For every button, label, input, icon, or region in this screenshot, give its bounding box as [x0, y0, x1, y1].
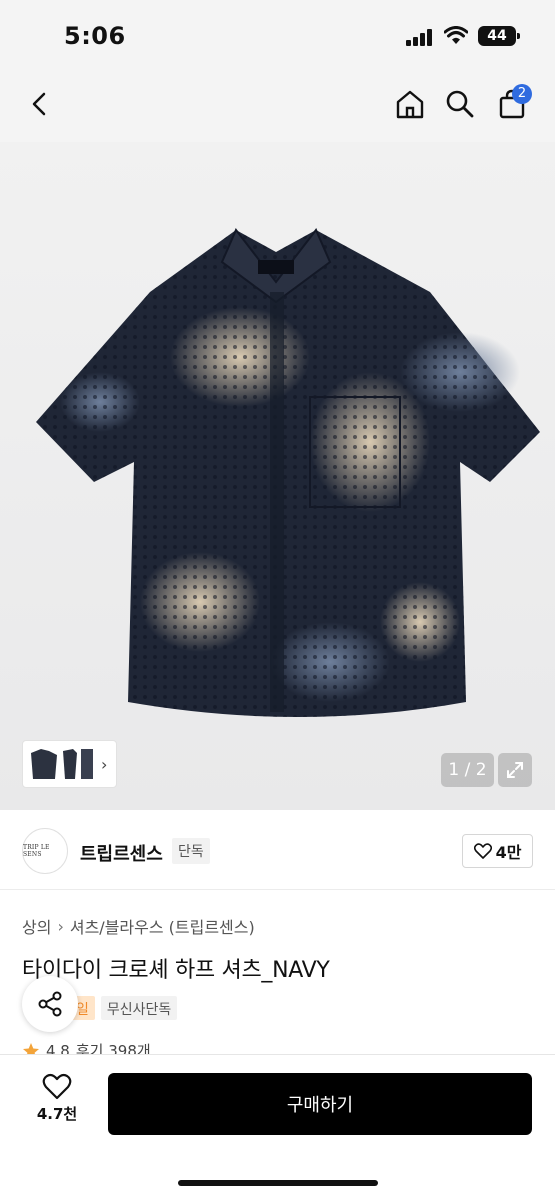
brand-name[interactable]: 트립르센스: [80, 840, 163, 866]
chevron-right-icon: ›: [57, 916, 64, 936]
buy-button[interactable]: 구매하기: [108, 1073, 532, 1135]
wishlist-count: 4.7천: [36, 1105, 78, 1123]
chevron-left-icon: [32, 92, 46, 116]
breadcrumb: 상의 › 셔츠/블라우스 (트립르센스): [22, 914, 255, 938]
status-bar: 5:06 44: [0, 0, 555, 72]
product-title: 타이다이 크로셰 하프 셔츠_NAVY: [22, 958, 330, 983]
brand-like-button[interactable]: 4만: [462, 834, 533, 868]
heart-icon: [42, 1073, 72, 1100]
brand-like-count: 4만: [495, 843, 522, 862]
back-button[interactable]: [20, 84, 60, 124]
home-indicator: [178, 1180, 378, 1186]
chevron-right-icon: ›: [101, 754, 108, 774]
image-page-counter: 1 / 2: [441, 753, 494, 787]
breadcrumb-category[interactable]: 상의: [22, 914, 51, 938]
exclusive-tag: 단독: [172, 838, 210, 864]
share-button[interactable]: [22, 976, 78, 1032]
signal-icon: [406, 28, 434, 46]
cart-count-badge: 2: [512, 84, 532, 104]
status-time: 5:06: [64, 22, 126, 50]
wifi-icon: [443, 26, 469, 46]
bottom-action-bar: 4.7천 구매하기: [0, 1054, 555, 1200]
search-icon: [446, 90, 474, 118]
battery-icon: 44: [478, 26, 520, 46]
brand-row: TRIP LE SENS 트립르센스 단독 4만: [0, 810, 555, 890]
cart-button[interactable]: 2: [492, 84, 532, 124]
heart-icon: [473, 843, 492, 859]
expand-image-button[interactable]: [498, 753, 532, 787]
product-image-gallery[interactable]: › 1 / 2: [0, 142, 555, 810]
product-photo: [36, 228, 540, 717]
thumbnail-strip[interactable]: ›: [22, 740, 117, 788]
wishlist-button[interactable]: 4.7천: [22, 1073, 92, 1133]
expand-icon: [507, 762, 523, 778]
search-button[interactable]: [440, 84, 480, 124]
home-button[interactable]: [390, 84, 430, 124]
breadcrumb-subcategory[interactable]: 셔츠/블라우스 (트립르센스): [70, 914, 255, 938]
musinsa-exclusive-tag: 무신사단독: [100, 996, 178, 1020]
thumbnail-images: [31, 749, 93, 779]
top-nav: 2: [0, 72, 555, 142]
brand-logo[interactable]: TRIP LE SENS: [22, 828, 68, 874]
share-icon: [38, 991, 62, 1017]
home-icon: [396, 90, 424, 119]
